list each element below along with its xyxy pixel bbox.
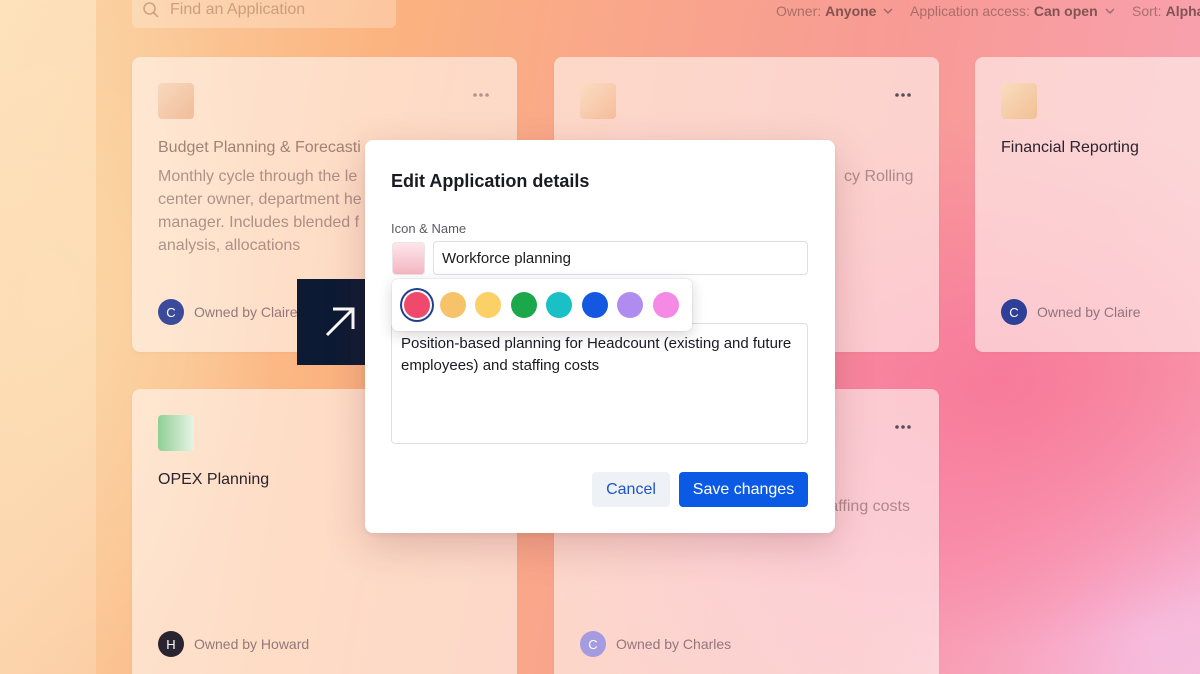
app-card-owner: H Owned by Howard (158, 631, 309, 657)
search-input[interactable] (170, 1, 370, 19)
dialog-title: Edit Application details (391, 171, 590, 191)
filter-sort-label: Sort: (1132, 3, 1162, 19)
left-background-stripe (0, 0, 96, 674)
icon-picker-button[interactable] (392, 242, 425, 275)
app-card-owner: C Owned by Claire (158, 299, 298, 325)
color-swatch[interactable] (404, 292, 430, 318)
app-card-title: OPEX Planning (158, 471, 270, 488)
avatar: C (580, 631, 606, 657)
application-description-input[interactable]: Position-based planning for Headcount (e… (391, 323, 808, 444)
filter-sort-value: Alpha (1165, 3, 1200, 19)
more-options-icon[interactable] (471, 91, 491, 99)
color-swatch[interactable] (475, 292, 501, 318)
app-card-owner: C Owned by Claire (1001, 299, 1141, 325)
search-icon (143, 2, 159, 18)
app-tile-icon (1001, 83, 1037, 119)
owner-text: Owned by Claire (194, 304, 298, 320)
color-swatch[interactable] (510, 292, 537, 318)
color-swatch[interactable] (546, 292, 572, 318)
application-name-input[interactable] (433, 241, 808, 275)
arrow-up-right-icon (325, 307, 355, 337)
more-options-icon[interactable] (893, 423, 913, 431)
more-options-icon[interactable] (893, 91, 913, 99)
app-card-title: Budget Planning & Forecasti (158, 139, 361, 156)
save-changes-button[interactable]: Save changes (679, 472, 808, 507)
filter-owner[interactable]: Owner: Anyone (776, 3, 894, 19)
app-card-financial-reporting[interactable]: Financial Reporting C Owned by Claire (975, 57, 1200, 352)
owner-text: Owned by Claire (1037, 304, 1141, 320)
color-swatch[interactable] (439, 292, 466, 318)
app-tile-icon (158, 415, 194, 451)
color-swatch[interactable] (581, 292, 608, 318)
search-bar[interactable] (132, 0, 396, 28)
owner-text: Owned by Howard (194, 636, 310, 652)
cancel-button[interactable]: Cancel (592, 472, 670, 507)
edit-application-dialog: Edit Application details Icon & Name Pos… (365, 140, 835, 533)
app-card-description: Monthly cycle through the le center owne… (158, 168, 362, 254)
filter-owner-value: Anyone (825, 3, 877, 19)
filter-access-value: Can open (1033, 3, 1098, 19)
app-card-owner: C Owned by Charles (580, 631, 731, 657)
chevron-down-icon (1105, 8, 1115, 14)
avatar: C (1001, 299, 1027, 325)
app-tile-icon (580, 83, 616, 119)
app-card-title: Financial Reporting (1001, 139, 1139, 156)
chevron-down-icon (883, 8, 893, 14)
app-card-description: cy Rolling (844, 168, 914, 185)
filter-owner-label: Owner: (776, 3, 822, 19)
filter-application-access[interactable]: Application access: Can open (910, 3, 1116, 19)
color-picker-popover (392, 279, 692, 331)
avatar: H (158, 631, 184, 657)
filter-access-label: Application access: (910, 3, 1030, 19)
color-swatch[interactable] (652, 292, 679, 318)
color-swatch[interactable] (617, 292, 643, 318)
avatar: C (158, 299, 184, 325)
owner-text: Owned by Charles (616, 636, 732, 652)
filter-sort[interactable]: Sort: Alpha (1132, 3, 1200, 19)
icon-name-label: Icon & Name (391, 221, 467, 236)
app-tile-icon (158, 83, 194, 119)
